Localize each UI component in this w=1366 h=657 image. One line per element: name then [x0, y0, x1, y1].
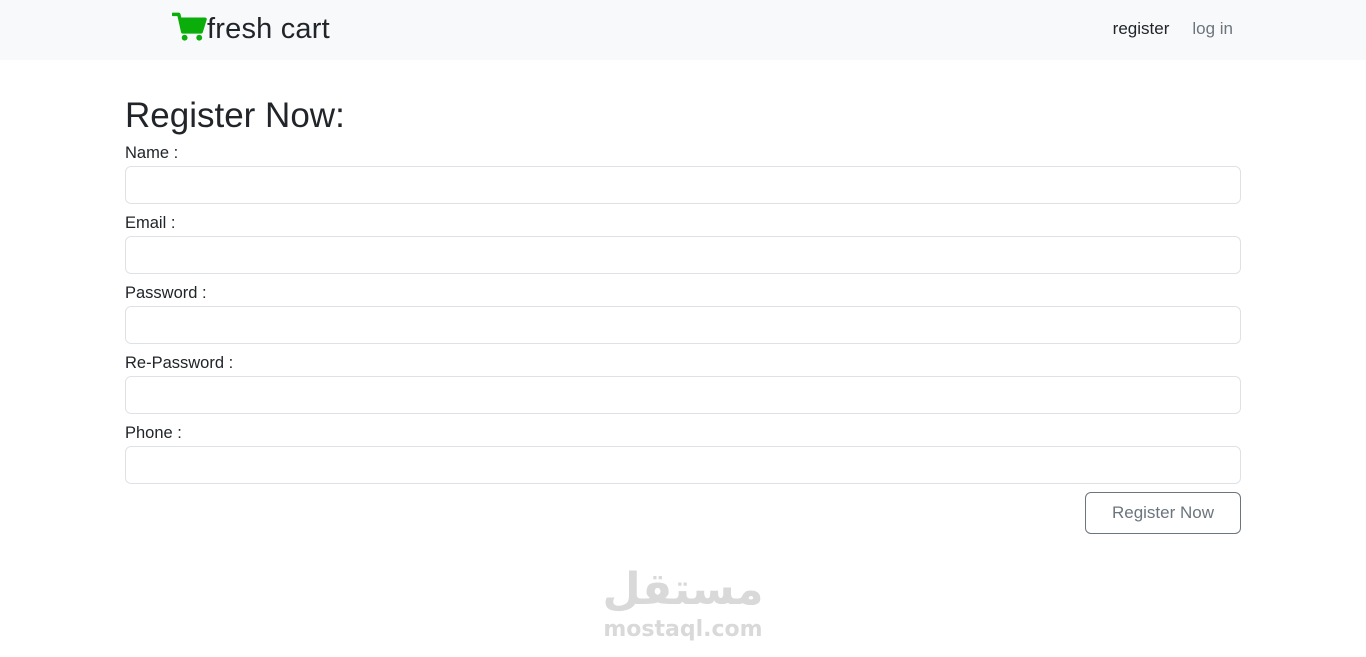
name-input[interactable]	[125, 166, 1241, 204]
watermark-arabic: مستقل	[602, 564, 764, 615]
navbar: fresh cart register log in	[0, 0, 1366, 60]
nav-link-register[interactable]: register	[1113, 19, 1170, 39]
re-password-label: Re-Password :	[125, 354, 234, 372]
phone-label: Phone :	[125, 424, 182, 442]
nav-link-login[interactable]: log in	[1192, 19, 1233, 39]
mostaql-watermark: مستقل mostaql.com	[597, 563, 769, 643]
brand-logo-link[interactable]: fresh cart	[171, 11, 330, 48]
nav-links: register log in	[1113, 19, 1233, 39]
name-label: Name :	[125, 144, 179, 162]
watermark-latin: mostaql.com	[603, 617, 763, 642]
re-password-input[interactable]	[125, 376, 1241, 414]
shopping-cart-icon	[171, 11, 207, 48]
phone-input[interactable]	[125, 446, 1241, 484]
brand-name: fresh cart	[207, 13, 330, 45]
email-label: Email :	[125, 214, 176, 232]
password-label: Password :	[125, 284, 207, 302]
register-now-button[interactable]: Register Now	[1085, 492, 1241, 534]
page-title: Register Now:	[125, 96, 345, 135]
email-input[interactable]	[125, 236, 1241, 274]
password-input[interactable]	[125, 306, 1241, 344]
